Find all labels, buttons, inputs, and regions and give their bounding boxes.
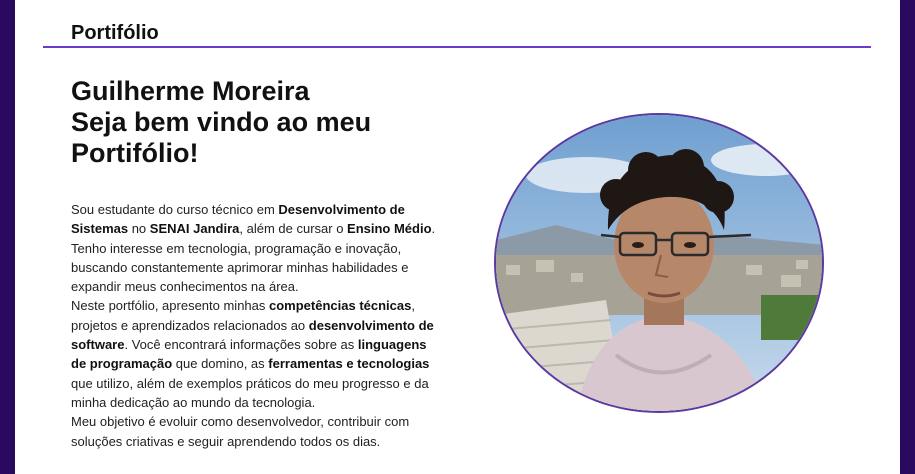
bio-highlight: Ensino Médio: [347, 221, 432, 237]
header: Portifólio: [43, 0, 871, 48]
bio-segment: Neste portfólio, apresento minhas: [71, 298, 269, 314]
hero-portfolio: Portifólio!: [71, 138, 199, 168]
bio-segment: Sou estudante do curso técnico em: [71, 202, 279, 217]
hero-name: Guilherme Moreira: [71, 76, 310, 106]
bio-segment: . Você encontrará informações sobre as: [124, 337, 358, 353]
page: Portifólio Guilherme Moreira Seja bem vi…: [15, 0, 900, 474]
bio-segment: no: [128, 221, 150, 237]
bio-text: Sou estudante do curso técnico em Desenv…: [71, 200, 441, 451]
hero-heading: Guilherme Moreira Seja bem vindo ao meu …: [71, 76, 451, 169]
bio-highlight: ferramentas e tecnologias: [268, 356, 430, 372]
bio-segment: que domino, as: [172, 356, 269, 372]
site-title: Portifólio: [71, 22, 159, 44]
bio-segment: , além de cursar o: [239, 221, 348, 237]
bio-segment: que utilizo, além de exemplos práticos d…: [71, 375, 429, 410]
bio-highlight: SENAI Jandira: [149, 221, 240, 237]
hero-welcome: Seja bem vindo ao meu: [71, 107, 372, 137]
bio-highlight: competências técnicas: [269, 298, 412, 314]
profile-photo: [494, 113, 824, 413]
bio-segment: Meu objetivo é evoluir como desenvolvedo…: [71, 414, 410, 449]
